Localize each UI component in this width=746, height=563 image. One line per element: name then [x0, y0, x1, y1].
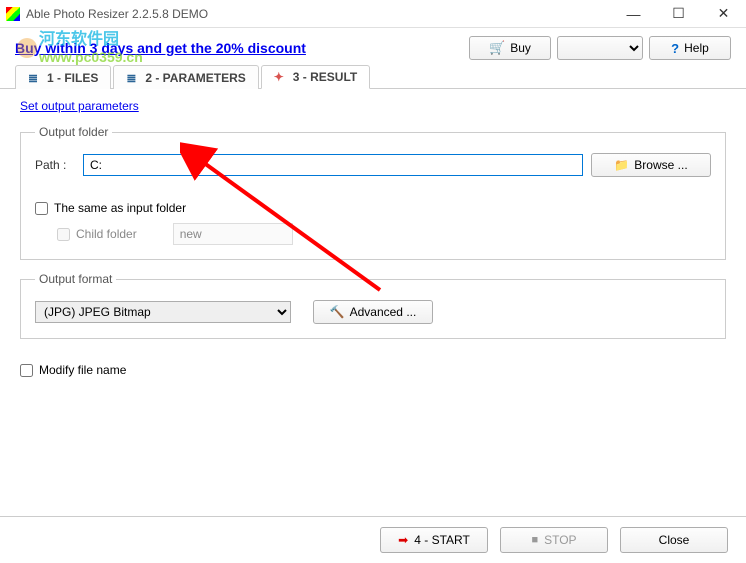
cart-icon: 🛒: [489, 40, 505, 56]
hammer-icon: 🔨: [330, 305, 345, 319]
stop-icon: ■: [531, 534, 538, 546]
child-folder-input: [173, 223, 293, 245]
app-icon: [6, 7, 20, 21]
tab-files-label: 1 - FILES: [47, 71, 98, 85]
close-window-button[interactable]: ✕: [701, 0, 746, 28]
output-folder-legend: Output folder: [35, 125, 112, 139]
child-folder-label: Child folder: [76, 227, 137, 241]
titlebar: Able Photo Resizer 2.2.5.8 DEMO — ☐ ✕: [0, 0, 746, 28]
top-row: Buy within 3 days and get the 20% discou…: [0, 28, 746, 64]
window-controls: — ☐ ✕: [611, 0, 746, 28]
list-icon: ≣: [28, 71, 42, 85]
tab-parameters[interactable]: ≣ 2 - PARAMETERS: [113, 65, 258, 89]
close-button[interactable]: Close: [620, 527, 728, 553]
advanced-button[interactable]: 🔨 Advanced ...: [313, 300, 433, 324]
folder-icon: 📁: [614, 158, 629, 172]
start-button[interactable]: ➡ 4 - START: [380, 527, 488, 553]
browse-button-label: Browse ...: [634, 158, 687, 172]
tab-parameters-label: 2 - PARAMETERS: [145, 71, 245, 85]
top-dropdown[interactable]: [557, 36, 643, 60]
tab-files[interactable]: ≣ 1 - FILES: [15, 65, 111, 89]
modify-filename-label: Modify file name: [39, 363, 126, 377]
path-row: Path : 📁 Browse ...: [35, 153, 711, 177]
output-format-fieldset: Output format (JPG) JPEG Bitmap 🔨 Advanc…: [20, 272, 726, 339]
modify-row: Modify file name: [20, 363, 726, 377]
start-button-label: 4 - START: [414, 533, 470, 547]
stop-button[interactable]: ■ STOP: [500, 527, 608, 553]
output-folder-fieldset: Output folder Path : 📁 Browse ... The sa…: [20, 125, 726, 260]
path-label: Path :: [35, 158, 75, 172]
result-icon: ✦: [274, 70, 288, 84]
help-button-label: Help: [684, 41, 709, 55]
path-input[interactable]: [83, 154, 583, 176]
set-output-link[interactable]: Set output parameters: [20, 99, 139, 113]
tabs-row: ≣ 1 - FILES ≣ 2 - PARAMETERS ✦ 3 - RESUL…: [0, 64, 746, 89]
play-icon: ➡: [398, 533, 408, 547]
stop-button-label: STOP: [544, 533, 576, 547]
format-row: (JPG) JPEG Bitmap 🔨 Advanced ...: [35, 300, 711, 324]
window-title: Able Photo Resizer 2.2.5.8 DEMO: [26, 7, 611, 21]
format-select[interactable]: (JPG) JPEG Bitmap: [35, 301, 291, 323]
child-folder-row: Child folder: [57, 223, 711, 245]
output-format-legend: Output format: [35, 272, 116, 286]
bottom-bar: ➡ 4 - START ■ STOP Close: [0, 516, 746, 563]
minimize-button[interactable]: —: [611, 0, 656, 28]
help-button[interactable]: ? Help: [649, 36, 731, 60]
promo-link[interactable]: Buy within 3 days and get the 20% discou…: [15, 40, 463, 56]
help-icon: ?: [671, 41, 679, 56]
same-folder-checkbox[interactable]: [35, 202, 48, 215]
buy-button[interactable]: 🛒 Buy: [469, 36, 551, 60]
browse-button[interactable]: 📁 Browse ...: [591, 153, 711, 177]
same-folder-row: The same as input folder: [35, 201, 711, 215]
maximize-button[interactable]: ☐: [656, 0, 701, 28]
modify-filename-checkbox[interactable]: [20, 364, 33, 377]
content-area: Set output parameters Output folder Path…: [0, 89, 746, 387]
close-button-label: Close: [659, 533, 690, 547]
buy-button-label: Buy: [510, 41, 531, 55]
list-icon: ≣: [126, 71, 140, 85]
same-folder-label: The same as input folder: [54, 201, 186, 215]
advanced-button-label: Advanced ...: [350, 305, 417, 319]
tab-result-label: 3 - RESULT: [293, 70, 357, 84]
tab-result[interactable]: ✦ 3 - RESULT: [261, 65, 370, 89]
child-folder-checkbox: [57, 228, 70, 241]
